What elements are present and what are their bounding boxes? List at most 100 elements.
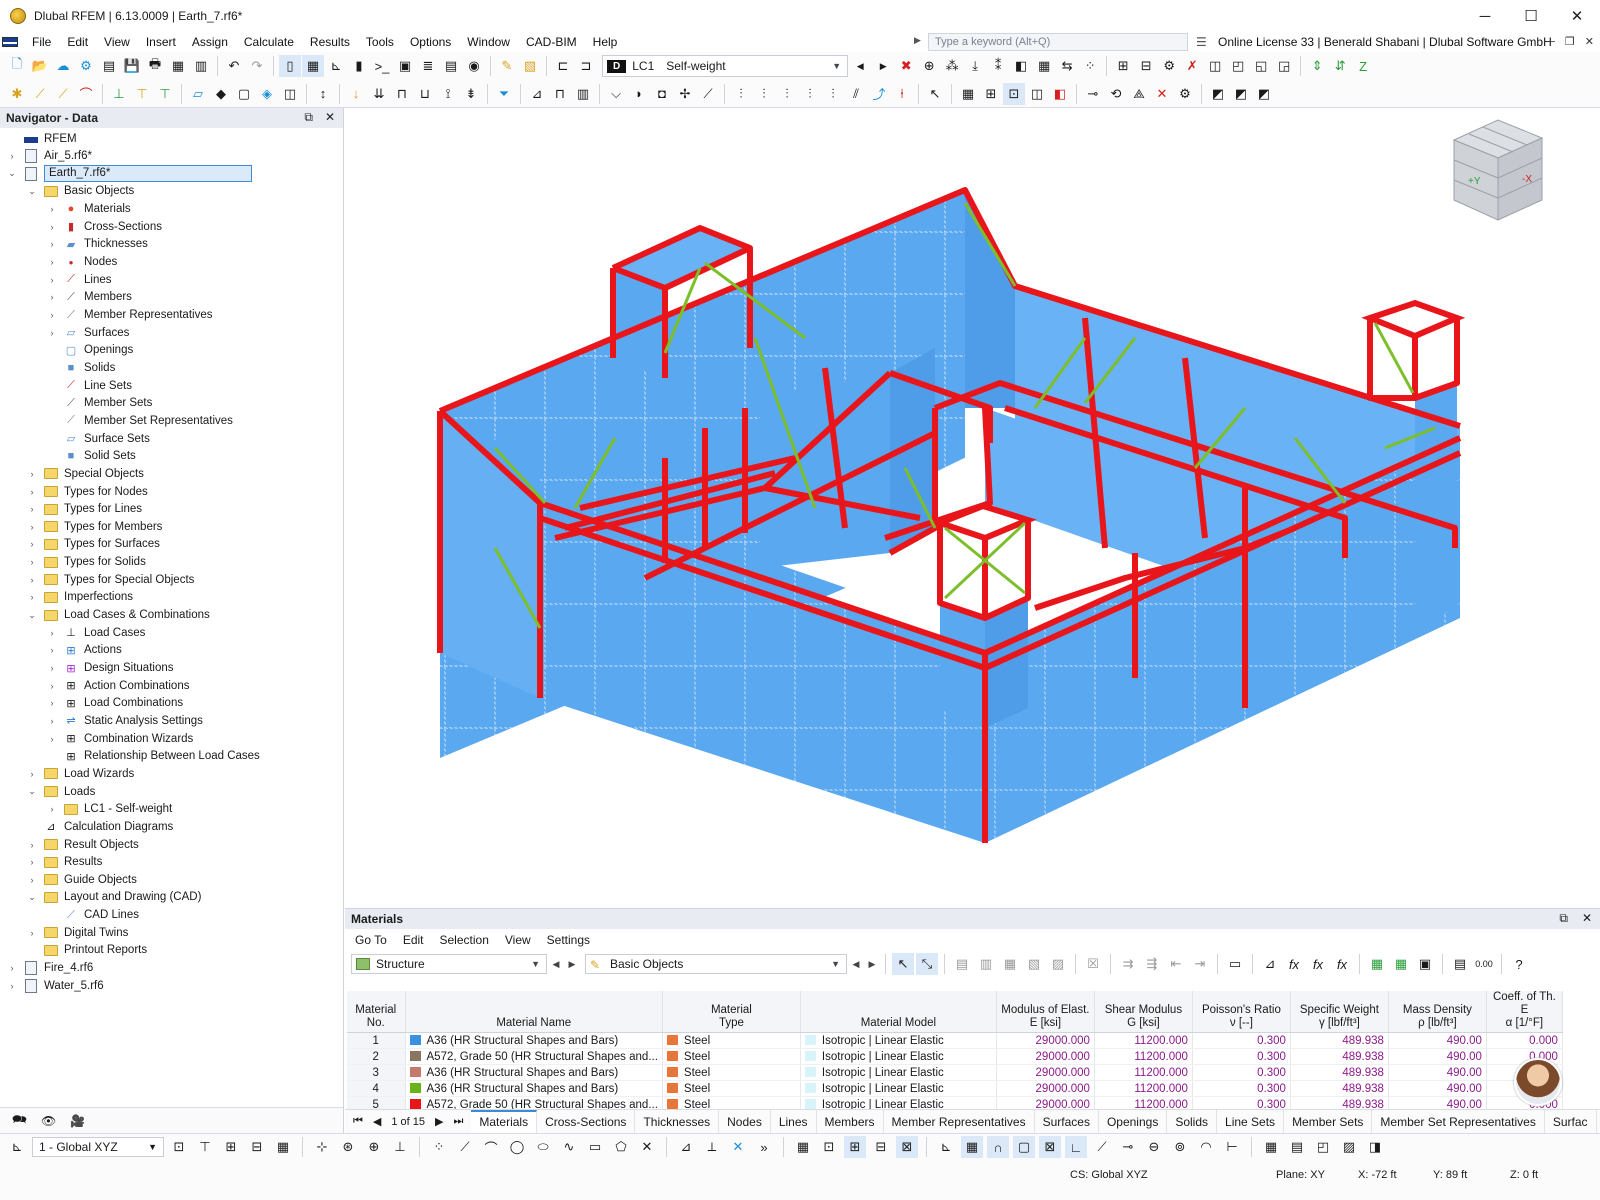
selection-mode-icon[interactable]: ↖ <box>924 83 946 105</box>
delete-icon[interactable]: ✕ <box>1151 83 1173 105</box>
cell-gamma[interactable]: 489.938 <box>1290 1065 1388 1081</box>
chevron-right-icon[interactable]: › <box>26 928 38 938</box>
export-excel-icon[interactable]: ▦ <box>1366 953 1388 975</box>
col-header-nu[interactable]: Poisson's Ratioν [--] <box>1192 991 1290 1033</box>
col-header-type[interactable]: MaterialType <box>662 991 800 1033</box>
cell-G[interactable]: 11200.000 <box>1094 1033 1192 1049</box>
snap-delete-icon[interactable]: ✕ <box>727 1136 749 1158</box>
layer-3-icon[interactable]: ◩ <box>1253 83 1275 105</box>
tab-member-set-representatives[interactable]: Member Set Representatives <box>1372 1110 1544 1134</box>
tree-item[interactable]: ›▰Thicknesses <box>46 236 148 253</box>
chevron-right-icon[interactable]: › <box>46 328 58 338</box>
app-menu-icon[interactable] <box>2 37 18 47</box>
draw-line-icon[interactable]: ⟋ <box>454 1136 476 1158</box>
align-3-icon[interactable]: ⫶ <box>776 83 798 105</box>
cell-no[interactable]: 1 <box>347 1033 405 1049</box>
printout-report-icon[interactable]: ▦ <box>167 55 189 77</box>
load-display-icon[interactable]: ⤴ <box>868 83 890 105</box>
tree-item[interactable]: ›⊞Action Combinations <box>46 677 189 694</box>
menu-results[interactable]: Results <box>302 32 358 52</box>
move-up-icon[interactable]: ⇤ <box>1165 953 1187 975</box>
cell-no[interactable]: 2 <box>347 1049 405 1065</box>
chevron-down-icon[interactable]: ⌄ <box>26 786 38 797</box>
visibility-icon[interactable]: ⊿ <box>526 83 548 105</box>
snap-midpoint-icon[interactable]: ⊹ <box>311 1136 333 1158</box>
snap-node-icon[interactable]: ⊡ <box>168 1136 190 1158</box>
tree-item[interactable]: ⟋Member Set Representatives <box>46 412 233 429</box>
view-cube[interactable]: +Y -X <box>1454 120 1542 220</box>
tree-item[interactable]: ⌄Basic Objects <box>26 183 134 200</box>
col-header-name[interactable]: Material Name <box>405 991 662 1033</box>
align-2-icon[interactable]: ⫶ <box>753 83 775 105</box>
cell-type[interactable]: Steel <box>662 1033 800 1049</box>
cell-gamma[interactable]: 489.938 <box>1290 1081 1388 1097</box>
tree-item[interactable]: ›Types for Special Objects <box>26 571 194 588</box>
redo-icon[interactable]: ↷ <box>246 55 268 77</box>
line-display-icon[interactable]: ⟋ <box>697 83 719 105</box>
tree-item[interactable]: ›⟋Lines <box>46 271 112 288</box>
menu-assign[interactable]: Assign <box>184 32 236 52</box>
col-header-e[interactable]: Modulus of Elast.E [ksi] <box>996 991 1094 1033</box>
magnet-icon[interactable]: ∩ <box>987 1136 1009 1158</box>
clipboard-icon[interactable]: ▤ <box>440 55 462 77</box>
table-row[interactable]: 2A572, Grade 50 (HR Structural Shapes an… <box>347 1049 1562 1065</box>
print-table-icon[interactable]: ▣ <box>1414 953 1436 975</box>
insert-row-icon[interactable]: ⇉ <box>1117 953 1139 975</box>
draw-arc-icon[interactable]: ⌒ <box>480 1136 502 1158</box>
report-icon[interactable]: ▥ <box>190 55 212 77</box>
decimals-icon[interactable]: 0.00 <box>1473 953 1495 975</box>
tree-item[interactable]: ›Digital Twins <box>26 924 128 941</box>
inner-wall-a[interactable] <box>760 373 890 568</box>
delete-selection-icon[interactable]: ✖ <box>895 55 917 77</box>
table-edit-3-icon[interactable]: ▦ <box>999 953 1021 975</box>
align-1-icon[interactable]: ⫶ <box>730 83 752 105</box>
chevron-right-icon[interactable]: › <box>6 963 18 973</box>
close-icon[interactable]: ✕ <box>325 110 335 125</box>
chevron-right-icon[interactable]: › <box>46 716 58 726</box>
chevron-right-icon[interactable]: › <box>46 275 58 285</box>
menu-file[interactable]: File <box>24 32 59 52</box>
surface-set-tool-icon[interactable]: ◈ <box>256 83 278 105</box>
table-row[interactable]: 4A36 (HR Structural Shapes and Bars)Stee… <box>347 1081 1562 1097</box>
imposed-load-icon[interactable]: ⇟ <box>460 83 482 105</box>
member-hinge-icon[interactable]: ⊤ <box>154 83 176 105</box>
tree-item[interactable]: ⊿Calculation Diagrams <box>26 818 173 835</box>
snap-end-icon[interactable]: ⊕ <box>363 1136 385 1158</box>
curve-toggle-icon[interactable]: ◠ <box>1195 1136 1217 1158</box>
next-table-icon[interactable]: ▶ <box>565 959 579 970</box>
menu-help[interactable]: Help <box>585 32 626 52</box>
mirror-icon[interactable]: ⟁ <box>1128 83 1150 105</box>
cell-type[interactable]: Steel <box>662 1081 800 1097</box>
formula-delete-icon[interactable]: fx <box>1331 953 1353 975</box>
menu-view[interactable]: View <box>96 32 138 52</box>
structure-3d-model[interactable]: +Y -X <box>345 108 1600 908</box>
panel-menu-settings[interactable]: Settings <box>539 933 598 947</box>
cell-name[interactable]: A36 (HR Structural Shapes and Bars) <box>405 1081 662 1097</box>
snap-grid-icon[interactable]: ▦ <box>272 1136 294 1158</box>
chevron-right-icon[interactable]: › <box>26 522 38 532</box>
doc-close-button[interactable]: ✕ <box>1585 32 1594 52</box>
cell-G[interactable]: 11200.000 <box>1094 1081 1192 1097</box>
solid-view-icon[interactable]: ◗ <box>628 83 650 105</box>
delete-results-icon[interactable]: ✗ <box>1181 55 1203 77</box>
tab-materials[interactable]: Materials <box>471 1110 537 1134</box>
settings-gear-icon[interactable]: ⚙ <box>1174 83 1196 105</box>
help-icon[interactable]: ? <box>1508 953 1530 975</box>
snap-center-icon[interactable]: ⊛ <box>337 1136 359 1158</box>
tab-cross-sections[interactable]: Cross-Sections <box>537 1110 635 1134</box>
select-in-model-icon[interactable]: ↖ <box>892 953 914 975</box>
load-case-prev-icon[interactable]: ⊏ <box>552 55 574 77</box>
load-wizard-icon[interactable]: ▧ <box>519 55 541 77</box>
grid-snap-e-icon[interactable]: ◨ <box>1364 1136 1386 1158</box>
result-table-icon[interactable]: ▦ <box>1033 55 1055 77</box>
table-edit-4-icon[interactable]: ▧ <box>1023 953 1045 975</box>
move-down-icon[interactable]: ⇥ <box>1189 953 1211 975</box>
draw-spline-icon[interactable]: ∿ <box>558 1136 580 1158</box>
extent-toggle-icon[interactable]: ⊸ <box>1117 1136 1139 1158</box>
more-tools-icon[interactable]: » <box>753 1136 775 1158</box>
snap-tangent-icon[interactable]: ⟂ <box>701 1136 723 1158</box>
chevron-right-icon[interactable]: › <box>26 539 38 549</box>
chevron-right-icon[interactable]: › <box>26 557 38 567</box>
tree-item[interactable]: ›●Materials <box>46 201 131 218</box>
solid-tool-icon[interactable]: ◆ <box>210 83 232 105</box>
